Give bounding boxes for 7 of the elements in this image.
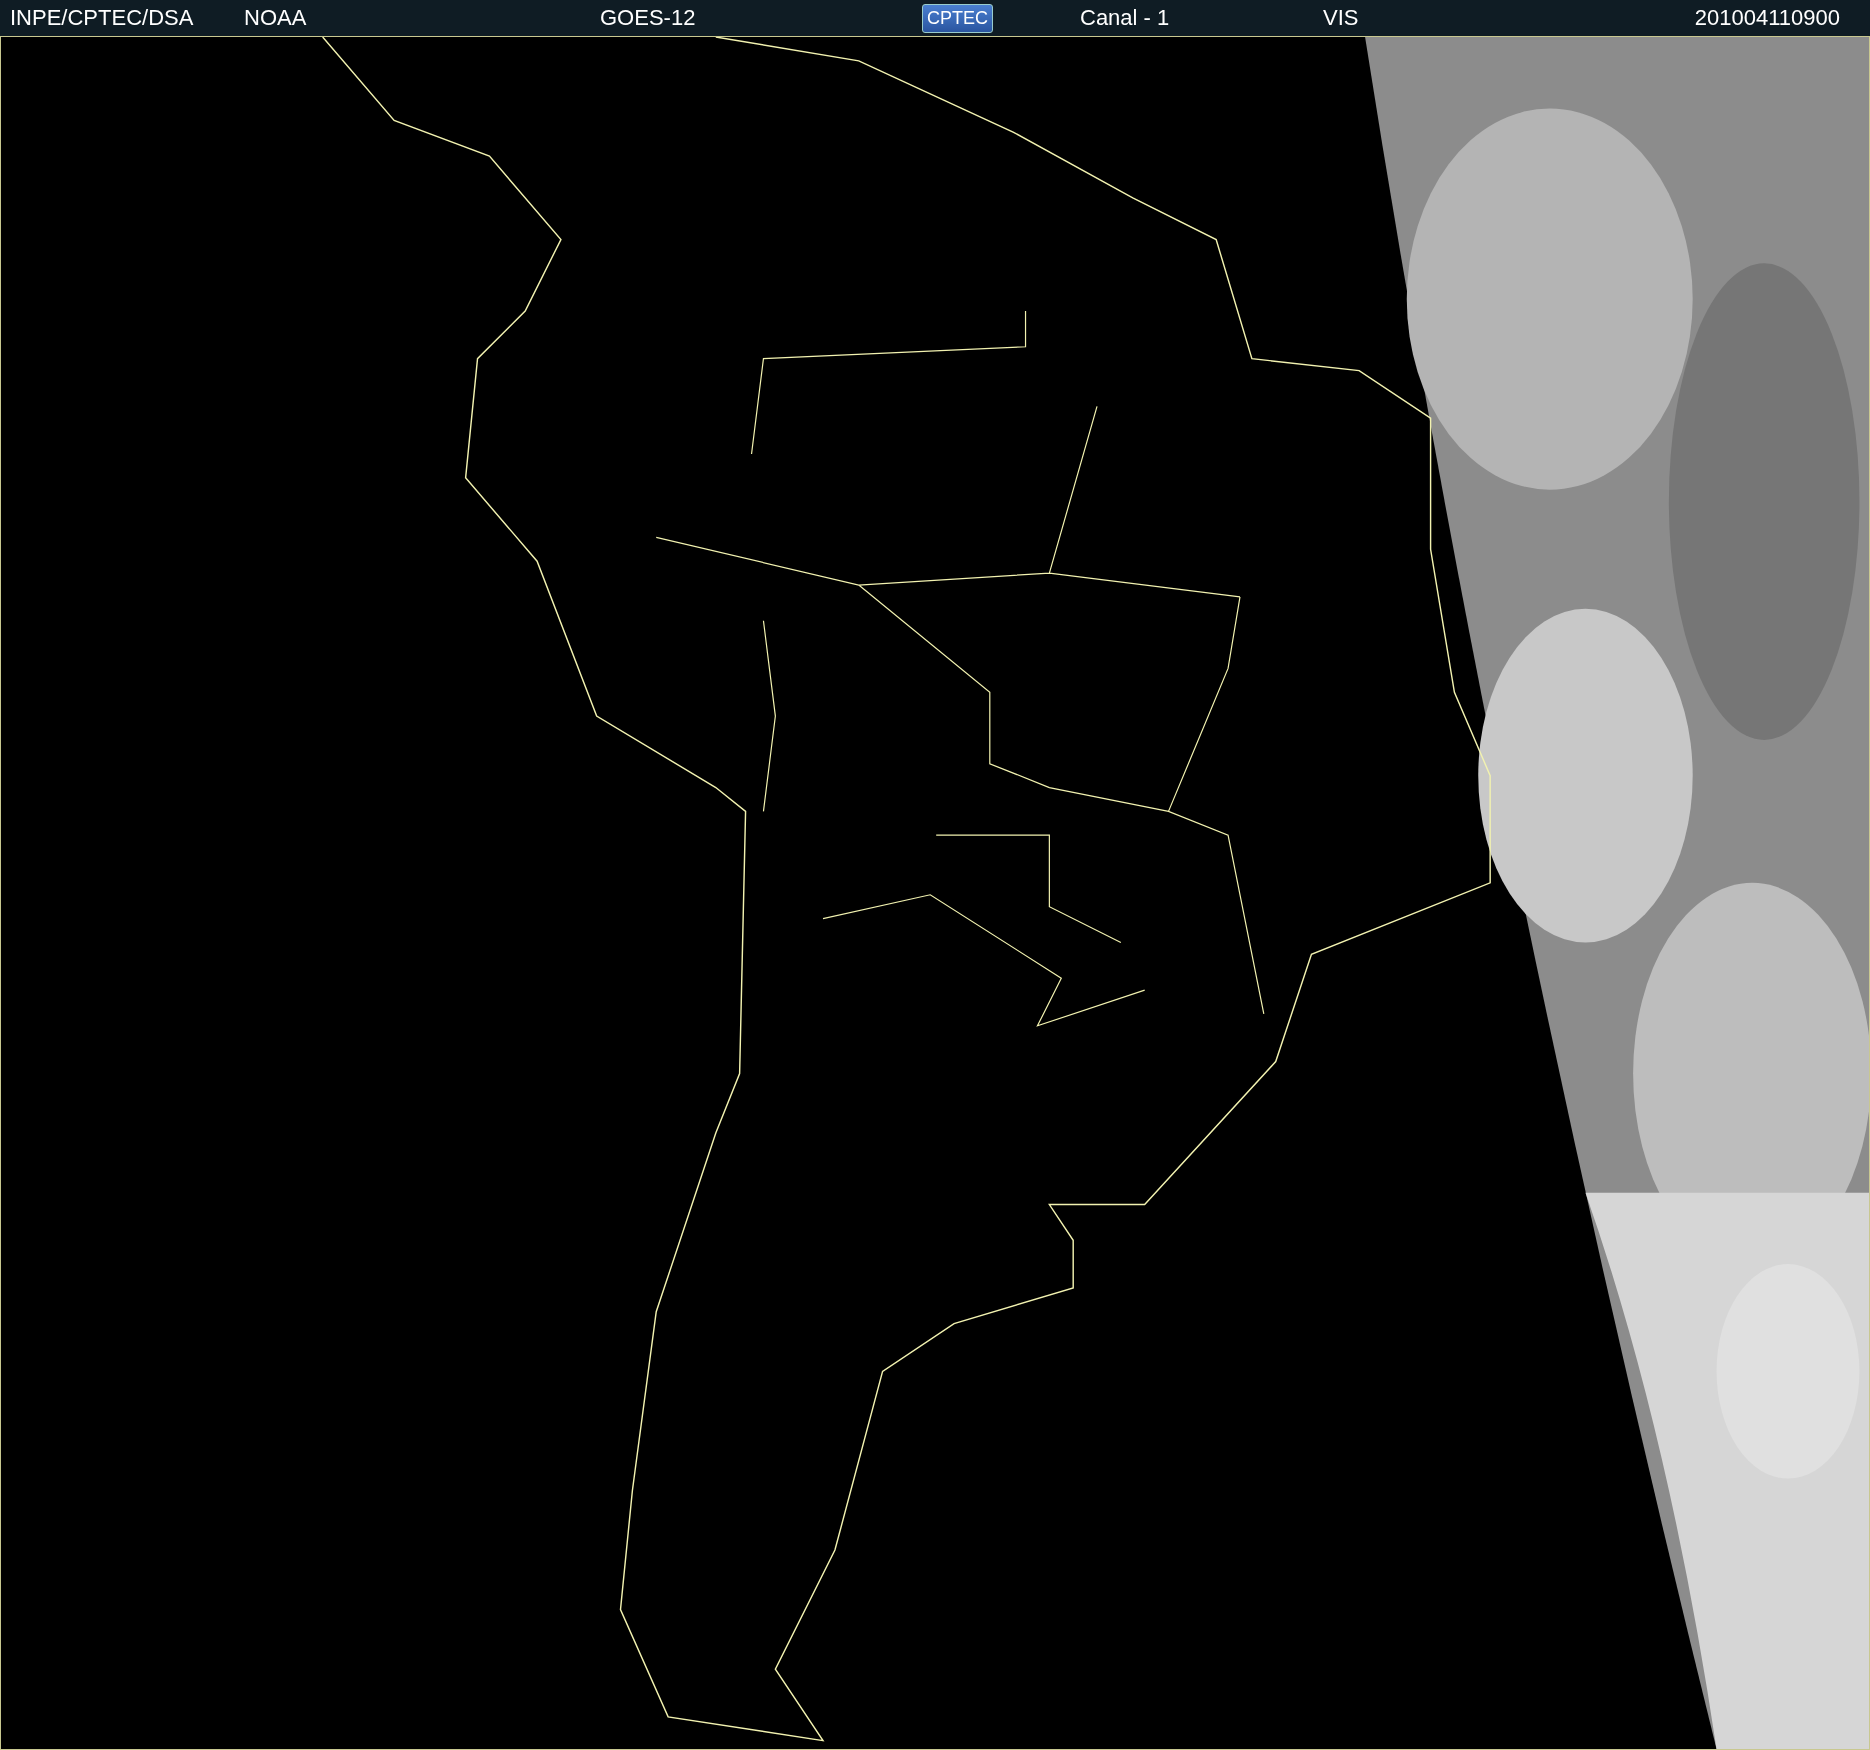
satellite-label: GOES-12 bbox=[600, 5, 696, 31]
timestamp-label: 201004110900 bbox=[1694, 5, 1840, 31]
band-label: VIS bbox=[1323, 5, 1359, 31]
source-label: INPE/CPTEC/DSA bbox=[10, 5, 194, 31]
agency-label: NOAA bbox=[244, 5, 307, 31]
channel-label: Canal - 1 bbox=[1080, 5, 1170, 31]
logo: CPTEC bbox=[922, 3, 993, 33]
